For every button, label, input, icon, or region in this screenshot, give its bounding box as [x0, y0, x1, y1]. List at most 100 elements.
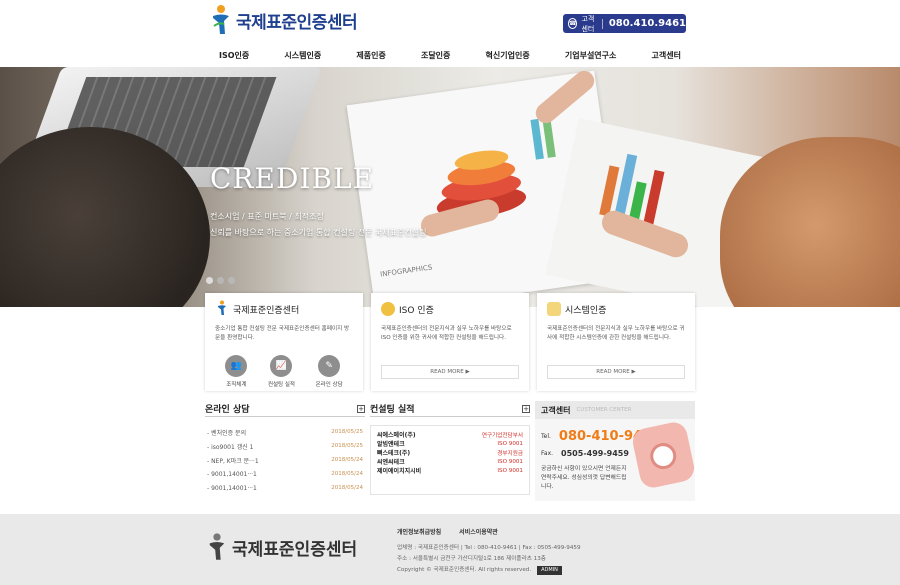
table-row: 씨에스메이(주) 연구기업전담부서: [377, 430, 523, 439]
phone-box[interactable]: ☎ 고객센터 080.410.9461: [563, 14, 686, 33]
post-date: 2018/05/25: [331, 429, 363, 435]
list-item[interactable]: - 9001,14001···1 2018/05/24: [205, 467, 365, 481]
post-date: 2018/05/24: [331, 471, 363, 477]
company-name: 뼈스테크(주): [377, 450, 411, 457]
footer-logo-text: 국제표준인증센터: [232, 539, 358, 560]
post-date: 2018/05/24: [331, 457, 363, 463]
nav-item-research[interactable]: 기업부설연구소: [565, 50, 617, 61]
post-title: - 9001,14001···1: [207, 470, 257, 478]
nav-item-system[interactable]: 시스템인증: [284, 50, 321, 61]
fax-label: Fax.: [541, 450, 554, 457]
slider-dot[interactable]: [217, 277, 224, 284]
privacy-policy-link[interactable]: 개인정보취급방침: [397, 527, 441, 536]
list-item[interactable]: - NEP, K마크 문···1 2018/05/24: [205, 453, 365, 467]
dial-icon: [647, 440, 679, 472]
quick-link-label: 조직체계: [226, 382, 247, 388]
footer: 국제표준인증센터 개인정보취급방침 서비스이용약관 업체명 : 국제표준인증센터…: [0, 514, 900, 585]
company-name: 씨엔씨테크: [377, 459, 405, 466]
card-iso: ISO 인증 국제표준인증센터의 전문지식과 실무 노하우를 바탕으로 ISO …: [371, 293, 529, 391]
panel-header: 온라인 상담 +: [205, 401, 365, 417]
nav-item-procurement[interactable]: 조달인증: [421, 50, 450, 61]
slider-dot[interactable]: [228, 277, 235, 284]
panel-title: 온라인 상담: [205, 405, 250, 415]
main-nav: ISO인증 시스템인증 제품인증 조달인증 혁신기업인증 기업부설연구소 고객센…: [205, 44, 695, 67]
read-more-button[interactable]: READ MORE ▶: [381, 365, 519, 379]
nav-item-iso[interactable]: ISO인증: [219, 50, 249, 61]
consult-tag: 경부지원금: [497, 450, 523, 457]
card-title-text: 시스템인증: [565, 305, 607, 316]
panel-title: 컨설팅 실적: [370, 405, 415, 415]
more-plus-icon[interactable]: +: [357, 404, 365, 413]
company-name: 알빔앤테크: [377, 441, 405, 448]
slider-dot[interactable]: [206, 277, 213, 284]
online-consult-panel: 온라인 상담 + - 벤처인증 문의 2018/05/25 - iso9001 갱…: [205, 401, 365, 501]
footer-address-line: 주소 : 서울특별시 금천구 가산디지털1로 186 제이플라츠 13층: [397, 556, 546, 562]
hero-description: 신뢰를 바탕으로 하는 중소기업 통합 컨설팅 전문 국제표준컨설팅: [210, 228, 427, 237]
quick-link-label: 온라인 상담: [315, 382, 343, 388]
post-title: - NEP, K마크 문···1: [207, 457, 259, 465]
card-title: 시스템인증: [547, 301, 685, 317]
certificate-icon: [547, 302, 561, 316]
card-description: 중소기업 통합 컨설팅 전문 국제표준인증센터 홈페이지 방문을 환영합니다.: [215, 326, 350, 341]
footer-info: 업체명 : 국제표준인증센터 | Tel : 080-410-9461 | Fa…: [397, 543, 581, 576]
card-title: 국제표준인증센터: [215, 300, 353, 319]
chart-icon: 📈: [270, 355, 293, 377]
list-item[interactable]: - 9001,14001···1 2018/05/24: [205, 481, 365, 495]
post-title: - 벤처인증 문의: [207, 429, 247, 437]
card-description: 국제표준인증센터의 전문지식과 실무 노하우를 바탕으로 ISO 인증을 위한 …: [381, 326, 512, 341]
more-plus-icon[interactable]: +: [522, 404, 530, 413]
table-row: 씨엔씨테크 ISO 9001: [377, 457, 523, 467]
header: 국제표준인증센터 ☎ 고객센터 080.410.9461: [0, 0, 900, 44]
list-item[interactable]: - iso9001 갱신 1 2018/05/25: [205, 439, 365, 453]
panel-header: 고객센터 CUSTOMER CENTER: [535, 401, 695, 419]
slider-dots: [206, 277, 235, 284]
nav-item-innovation[interactable]: 혁신기업인증: [486, 50, 530, 61]
admin-button[interactable]: ADMIN: [537, 566, 562, 575]
quick-link-consult[interactable]: ✎ 온라인 상담: [316, 355, 343, 388]
read-more-button[interactable]: READ MORE ▶: [547, 365, 685, 379]
nav-item-support[interactable]: 고객센터: [652, 50, 681, 61]
hero-subtitle: 컨소시엄 / 표준 미트북 / 최적조정: [210, 212, 324, 221]
table-row: 뼈스테크(주) 경부지원금: [377, 448, 523, 457]
footer-links: 개인정보취급방침 서비스이용약관: [397, 527, 498, 536]
folder-icon: [381, 302, 395, 316]
panel-header: 컨설팅 실적 +: [370, 401, 530, 417]
logo-figure-icon: [207, 532, 227, 562]
hero-title: CREDIBLE: [210, 162, 375, 195]
post-title: - iso9001 갱신 1: [207, 443, 254, 451]
hero-banner: CREDIBLE 컨소시엄 / 표준 미트북 / 최적조정 신뢰를 바탕으로 하…: [0, 67, 900, 307]
card-title: ISO 인증: [381, 301, 519, 317]
footer-company-line: 업체명 : 국제표준인증센터 | Tel : 080-410-9461 | Fa…: [397, 545, 581, 551]
nav-item-product[interactable]: 제품인증: [356, 50, 385, 61]
phone-icon: ☎: [568, 18, 578, 29]
card-description: 국제표준인증센터의 전문지식과 실무 노하우를 바탕으로 귀사에 적합한 시스템…: [547, 326, 685, 341]
card-title-text: 국제표준인증센터: [233, 305, 300, 316]
people-icon: 👥: [225, 355, 248, 377]
table-row: 알빔앤테크 ISO 9001: [377, 439, 523, 449]
support-description: 궁금하신 사항이 있으시면 언제든지 연락주세요. 성심성의껏 답변해드립니다.: [541, 466, 627, 490]
footer-copyright-line: Copyright © 국제표준인증센터. All rights reserve…: [397, 565, 581, 576]
logo[interactable]: 국제표준인증센터: [210, 4, 358, 36]
quick-link-label: 컨설팅 실적: [267, 382, 295, 388]
phone-label: 고객센터: [581, 14, 595, 33]
consult-tag: 연구기업전담부서: [481, 432, 523, 439]
bottom-section: 온라인 상담 + - 벤처인증 문의 2018/05/25 - iso9001 갱…: [205, 401, 697, 501]
pencil-icon: ✎: [318, 355, 341, 377]
quick-link-organization[interactable]: 👥 조직체계: [225, 355, 248, 388]
table-row: 제이에이치지시비 ISO 9001: [377, 466, 523, 476]
customer-center-panel: 고객센터 CUSTOMER CENTER Tel. 080-410-9461 F…: [535, 401, 697, 501]
quick-link-record[interactable]: 📈 컨설팅 실적: [268, 355, 295, 388]
quick-links: 👥 조직체계 📈 컨설팅 실적 ✎ 온라인 상담: [215, 355, 353, 388]
terms-link[interactable]: 서비스이용약관: [459, 527, 498, 536]
post-date: 2018/05/24: [331, 485, 363, 491]
logo-text: 국제표준인증센터: [236, 12, 358, 33]
consulting-record-panel: 컨설팅 실적 + 씨에스메이(주) 연구기업전담부서 알빔앤테크 ISO 9001 …: [370, 401, 530, 501]
phone-number: 080.410.9461: [608, 18, 686, 29]
fax-number: 0505-499-9459: [561, 449, 629, 458]
post-list: - 벤처인증 문의 2018/05/25 - iso9001 갱신 1 2018/0…: [205, 425, 365, 495]
company-name: 씨에스메이(주): [377, 432, 416, 439]
consult-tag: ISO 9001: [497, 458, 523, 465]
logo-figure-icon: [215, 300, 229, 319]
consult-tag: ISO 9001: [497, 440, 523, 447]
list-item[interactable]: - 벤처인증 문의 2018/05/25: [205, 425, 365, 439]
